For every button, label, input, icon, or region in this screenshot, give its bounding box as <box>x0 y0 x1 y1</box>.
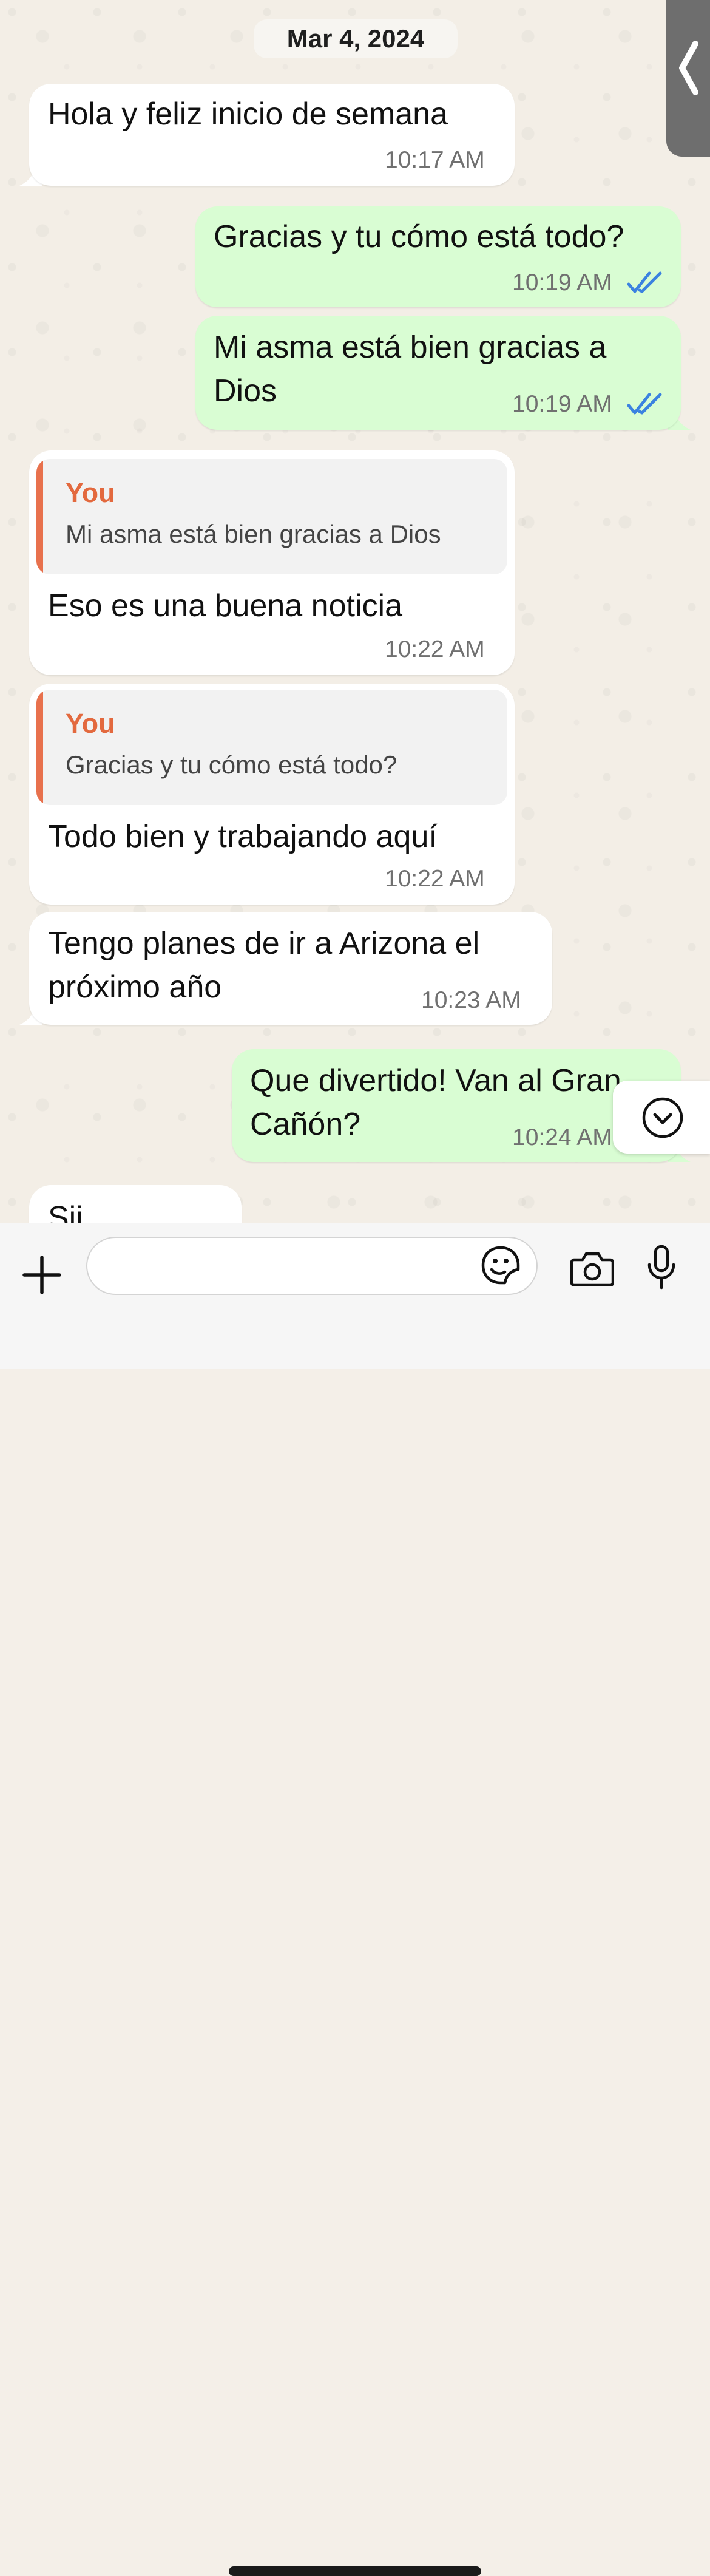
message-text-line-2: próximo año <box>48 970 222 1005</box>
quote-accent-bar <box>36 459 43 574</box>
message-composer <box>0 1223 710 2576</box>
quote-text: Gracias y tu cómo está todo? <box>66 750 397 779</box>
chevron-down-circle-icon <box>642 1097 683 1138</box>
quoted-message[interactable]: You Gracias y tu cómo está todo? <box>36 690 507 805</box>
message-text: Todo bien y trabajando aquí <box>48 819 438 854</box>
side-panel-tab[interactable] <box>666 0 710 157</box>
quote-accent-bar <box>36 690 43 805</box>
message-text: Sii <box>48 1200 83 1223</box>
quote-author: You <box>66 708 115 739</box>
message-time: 10:23 AM <box>421 987 521 1013</box>
message-time: 10:19 AM <box>512 270 612 296</box>
message-input[interactable] <box>86 1237 538 1295</box>
message-text: Eso es una buena noticia <box>48 588 402 624</box>
home-indicator <box>229 2566 481 2576</box>
sticker-icon[interactable] <box>481 1245 521 1285</box>
message-text-line-2: Dios <box>214 373 277 409</box>
message-text-line-2: Cañón? <box>250 1107 361 1142</box>
message-time: 10:22 AM <box>385 636 485 662</box>
message-text-line-1: Mi asma está bien gracias a <box>214 330 607 365</box>
message-text: Gracias y tu cómo está todo? <box>214 219 624 254</box>
message-text-line-1: Que divertido! Van al Gran <box>250 1063 621 1098</box>
camera-icon[interactable] <box>570 1251 614 1286</box>
message-bubble-incoming[interactable]: You Mi asma está bien gracias a Dios Eso… <box>29 450 515 675</box>
quoted-message[interactable]: You Mi asma está bien gracias a Dios <box>36 459 507 574</box>
date-chip: Mar 4, 2024 <box>254 19 458 58</box>
message-text-line-1: Tengo planes de ir a Arizona el <box>48 926 480 961</box>
message-bubble-incoming[interactable]: Hola y feliz inicio de semana 10:17 AM <box>29 84 515 186</box>
microphone-icon[interactable] <box>647 1245 676 1290</box>
chevron-left-icon <box>679 41 698 95</box>
message-time: 10:19 AM <box>512 391 612 417</box>
message-bubble-incoming[interactable]: You Gracias y tu cómo está todo? Todo bi… <box>29 684 515 905</box>
double-check-icon <box>627 271 662 293</box>
chat-area[interactable]: Mar 4, 2024 Hola y feliz inicio de seman… <box>0 0 710 1223</box>
message-text: Hola y feliz inicio de semana <box>48 97 448 132</box>
message-bubble-outgoing[interactable]: Gracias y tu cómo está todo? 10:19 AM <box>195 206 681 307</box>
message-bubble-incoming[interactable]: Sii <box>29 1185 242 1223</box>
message-time: 10:24 AM <box>512 1124 612 1150</box>
message-bubble-incoming[interactable]: Tengo planes de ir a Arizona el próximo … <box>29 912 552 1025</box>
plus-icon[interactable] <box>22 1255 62 1295</box>
message-time: 10:22 AM <box>385 866 485 892</box>
scroll-to-bottom-button[interactable] <box>613 1081 710 1154</box>
quote-text: Mi asma está bien gracias a Dios <box>66 520 441 548</box>
message-time: 10:17 AM <box>385 147 485 173</box>
message-bubble-outgoing[interactable]: Mi asma está bien gracias a Dios 10:19 A… <box>195 316 681 430</box>
quote-author: You <box>66 477 115 508</box>
double-check-icon <box>627 393 662 415</box>
